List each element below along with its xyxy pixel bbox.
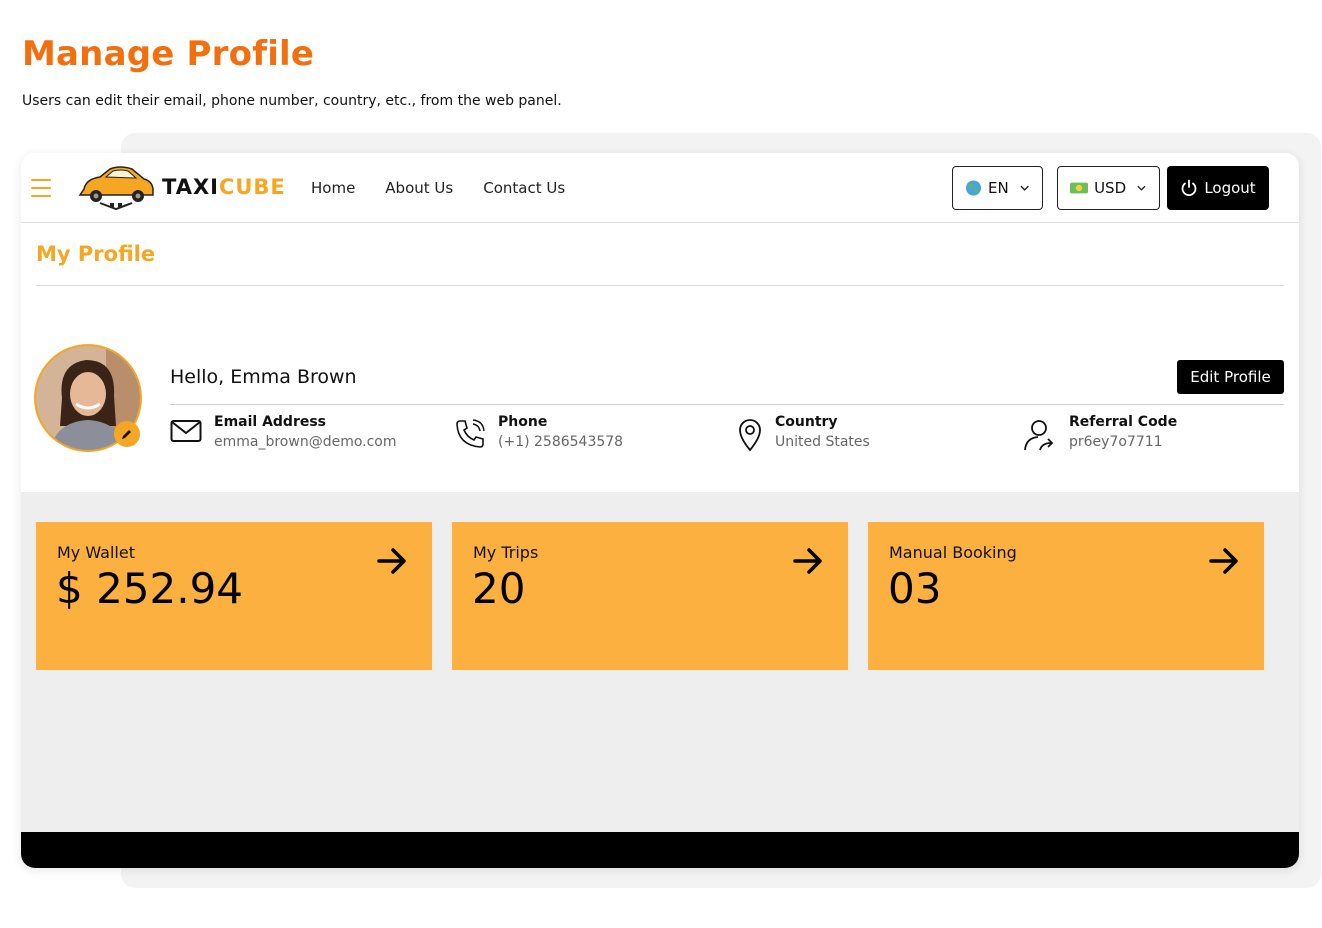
section-title: My Profile bbox=[36, 242, 156, 266]
greeting: Hello, Emma Brown bbox=[170, 366, 357, 388]
logout-button[interactable]: Logout bbox=[1167, 166, 1269, 210]
email-label: Email Address bbox=[214, 414, 327, 430]
divider bbox=[170, 404, 1284, 405]
page-title: Manage Profile bbox=[22, 34, 315, 74]
nav-home[interactable]: Home bbox=[311, 179, 355, 197]
power-icon bbox=[1181, 179, 1197, 197]
nav-contact-us[interactable]: Contact Us bbox=[483, 179, 565, 197]
app-window: TAXICUBE Home About Us Contact Us EN USD bbox=[21, 153, 1299, 868]
logout-label: Logout bbox=[1204, 179, 1256, 197]
mail-icon bbox=[170, 420, 202, 442]
stats-area: My Wallet $ 252.94 My Trips 20 Manual Bo… bbox=[21, 492, 1299, 832]
nav-about-us[interactable]: About Us bbox=[385, 179, 453, 197]
main-nav: Home About Us Contact Us bbox=[311, 179, 565, 197]
footer bbox=[21, 832, 1299, 868]
arrow-right-icon bbox=[1209, 548, 1238, 574]
trips-value: 20 bbox=[472, 564, 526, 613]
location-pin-icon bbox=[739, 419, 761, 452]
wallet-label: My Wallet bbox=[57, 543, 135, 562]
globe-icon bbox=[965, 180, 982, 196]
page-subtitle: Users can edit their email, phone number… bbox=[22, 93, 562, 109]
wallet-value: $ 252.94 bbox=[56, 564, 244, 613]
currency-value: USD bbox=[1094, 179, 1127, 197]
phone-value: (+1) 2586543578 bbox=[498, 434, 624, 450]
referral-label: Referral Code bbox=[1069, 414, 1178, 430]
currency-select[interactable]: USD bbox=[1057, 166, 1160, 210]
arrow-right-icon bbox=[377, 548, 406, 574]
country-info: Country United States bbox=[737, 414, 870, 452]
language-select[interactable]: EN bbox=[952, 166, 1043, 210]
referral-info: Referral Code pr6ey7o7711 bbox=[1023, 414, 1177, 452]
edit-profile-button[interactable]: Edit Profile bbox=[1177, 360, 1284, 394]
trips-card[interactable]: My Trips 20 bbox=[452, 522, 848, 670]
phone-info: Phone (+1) 2586543578 bbox=[454, 414, 623, 450]
phone-icon bbox=[456, 419, 485, 448]
manual-booking-label: Manual Booking bbox=[889, 543, 1017, 562]
email-info: Email Address emma_brown@demo.com bbox=[170, 414, 397, 450]
user-share-icon bbox=[1024, 420, 1054, 451]
pencil-icon bbox=[122, 430, 131, 439]
referral-value: pr6ey7o7711 bbox=[1069, 434, 1163, 450]
taxi-car-icon bbox=[78, 166, 154, 211]
country-value: United States bbox=[775, 434, 870, 450]
email-value: emma_brown@demo.com bbox=[214, 434, 397, 450]
wallet-card[interactable]: My Wallet $ 252.94 bbox=[36, 522, 432, 670]
chevron-down-icon bbox=[1020, 185, 1029, 191]
arrow-right-icon bbox=[793, 548, 822, 574]
chevron-down-icon bbox=[1137, 185, 1146, 191]
brand-logo[interactable]: TAXICUBE bbox=[76, 165, 285, 211]
country-label: Country bbox=[775, 414, 838, 430]
manual-booking-card[interactable]: Manual Booking 03 bbox=[868, 522, 1264, 670]
phone-label: Phone bbox=[498, 414, 548, 430]
divider bbox=[36, 285, 1284, 286]
hamburger-menu-icon[interactable] bbox=[31, 179, 51, 197]
language-value: EN bbox=[987, 179, 1009, 197]
manual-booking-value: 03 bbox=[888, 564, 942, 613]
edit-avatar-button[interactable] bbox=[114, 421, 140, 447]
money-icon bbox=[1070, 182, 1089, 194]
brand-name: TAXICUBE bbox=[162, 175, 286, 199]
trips-label: My Trips bbox=[473, 543, 539, 562]
navbar: TAXICUBE Home About Us Contact Us EN USD bbox=[21, 153, 1299, 223]
